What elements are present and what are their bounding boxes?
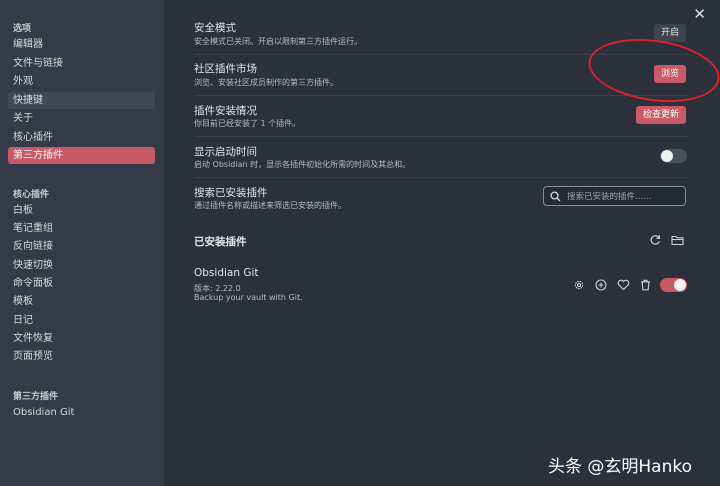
trash-icon[interactable]	[640, 279, 651, 291]
folder-icon[interactable]	[671, 234, 684, 246]
sidebar-item-about[interactable]: 关于	[8, 110, 155, 127]
sidebar-item-obsidian-git[interactable]: Obsidian Git	[8, 404, 155, 421]
plugin-name: Obsidian Git	[194, 267, 259, 279]
sidebar-item-canvas[interactable]: 白板	[8, 202, 155, 219]
gear-icon[interactable]	[573, 279, 585, 291]
sidebar-item-files-links[interactable]: 文件与链接	[8, 55, 155, 72]
setting-installed-status: 插件安装情况 你目前已经安装了 1 个插件。 检查更新	[194, 95, 688, 137]
check-updates-button[interactable]: 检查更新	[636, 106, 686, 124]
sidebar-item-daily-notes[interactable]: 日记	[8, 312, 155, 329]
setting-title: 显示启动时间	[194, 146, 257, 158]
sidebar-item-templates[interactable]: 模板	[8, 293, 155, 310]
reload-icon[interactable]	[649, 234, 661, 246]
installed-plugin-item: Obsidian Git 版本: 2.22.0 Backup your vaul…	[194, 264, 688, 306]
plugin-desc: Backup your vault with Git.	[194, 293, 303, 302]
sidebar-section-core: 核心插件	[13, 190, 50, 200]
search-installed-plugins-input[interactable]: 搜索已安装的插件……	[543, 186, 686, 206]
sidebar-item-core-plugins[interactable]: 核心插件	[8, 129, 155, 146]
sidebar-item-editor[interactable]: 编辑器	[8, 36, 155, 53]
watermark: 头条 @玄明Hanko	[548, 457, 693, 477]
setting-title: 搜索已安装插件	[194, 187, 268, 199]
sidebar-item-backlinks[interactable]: 反向链接	[8, 238, 155, 255]
setting-desc: 安全模式已关闭。开启以限制第三方插件运行。	[194, 37, 362, 46]
setting-desc: 浏览、安装社区成员制作的第三方插件。	[194, 78, 338, 87]
sidebar-section-third-party: 第三方插件	[13, 392, 59, 402]
plugin-enabled-toggle[interactable]	[660, 278, 687, 292]
installed-plugins-heading: 已安装插件	[194, 236, 247, 248]
sidebar-item-page-preview[interactable]: 页面预览	[8, 348, 155, 365]
setting-desc: 你目前已经安装了 1 个插件。	[194, 119, 301, 128]
setting-desc: 通过插件名称或描述来筛选已安装的插件。	[194, 201, 346, 210]
search-placeholder: 搜索已安装的插件……	[567, 192, 653, 202]
setting-title: 安全模式	[194, 22, 236, 34]
setting-title: 插件安装情况	[194, 105, 257, 117]
plus-circle-icon[interactable]	[595, 279, 607, 291]
settings-sidebar: 选项 编辑器 文件与链接 外观 快捷键 关于 核心插件 第三方插件 核心插件 白…	[0, 0, 164, 486]
sidebar-item-quick-switcher[interactable]: 快速切换	[8, 257, 155, 274]
setting-title: 社区插件市场	[194, 63, 257, 75]
sidebar-item-third-party-plugins[interactable]: 第三方插件	[8, 147, 155, 164]
sidebar-item-command-palette[interactable]: 命令面板	[8, 275, 155, 292]
safe-mode-enable-button[interactable]: 开启	[654, 24, 686, 42]
search-icon	[550, 191, 561, 202]
close-icon[interactable]: ✕	[693, 5, 706, 23]
sidebar-item-appearance[interactable]: 外观	[8, 73, 155, 90]
sidebar-item-note-composer[interactable]: 笔记重组	[8, 220, 155, 237]
sidebar-item-hotkeys[interactable]: 快捷键	[8, 92, 155, 109]
setting-startup-time: 显示启动时间 启动 Obsidian 时，显示各插件初始化所需的时间及其总和。	[194, 136, 688, 178]
setting-desc: 启动 Obsidian 时，显示各插件初始化所需的时间及其总和。	[194, 160, 411, 169]
heart-icon[interactable]	[617, 279, 630, 291]
startup-time-toggle[interactable]	[660, 149, 687, 163]
sidebar-section-options: 选项	[13, 24, 32, 34]
sidebar-item-file-recovery[interactable]: 文件恢复	[8, 330, 155, 347]
